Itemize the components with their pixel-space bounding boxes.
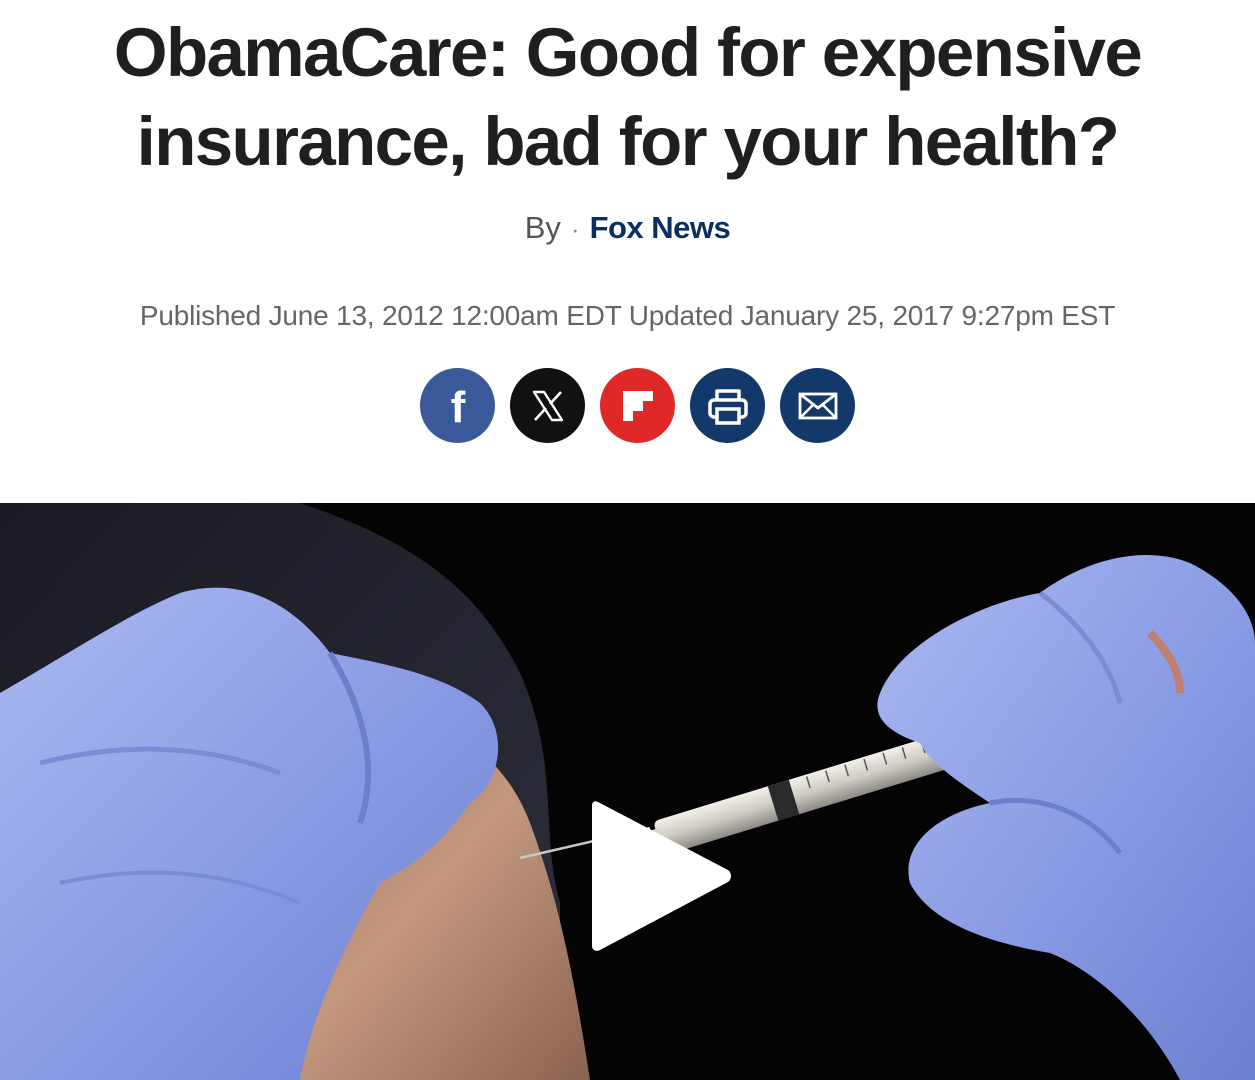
author-link[interactable]: Fox News	[590, 210, 731, 245]
email-share-button[interactable]	[780, 368, 855, 443]
facebook-icon: f	[450, 384, 465, 428]
video-player[interactable]	[0, 503, 1255, 1080]
byline-separator: ·	[570, 214, 580, 244]
svg-text:f: f	[450, 384, 465, 428]
share-bar: f	[0, 368, 1255, 443]
facebook-share-button[interactable]: f	[420, 368, 495, 443]
headline-line-2: insurance, bad for your health?	[136, 103, 1120, 180]
video-thumbnail	[0, 503, 1255, 1080]
print-button[interactable]	[690, 368, 765, 443]
article-headline: ObamaCare: Good for expensive insurance,…	[0, 8, 1255, 186]
flipboard-icon	[622, 390, 653, 421]
byline: By · Fox News	[0, 206, 1255, 251]
publish-dates: Published June 13, 2012 12:00am EDT Upda…	[139, 300, 1116, 331]
x-share-button[interactable]	[510, 368, 585, 443]
email-icon	[798, 392, 837, 419]
headline-line-1: ObamaCare: Good for expensive	[113, 14, 1143, 91]
print-icon	[707, 388, 748, 425]
flipboard-share-button[interactable]	[600, 368, 675, 443]
play-icon[interactable]	[590, 796, 735, 956]
by-label: By	[524, 210, 561, 245]
x-icon	[532, 390, 563, 421]
